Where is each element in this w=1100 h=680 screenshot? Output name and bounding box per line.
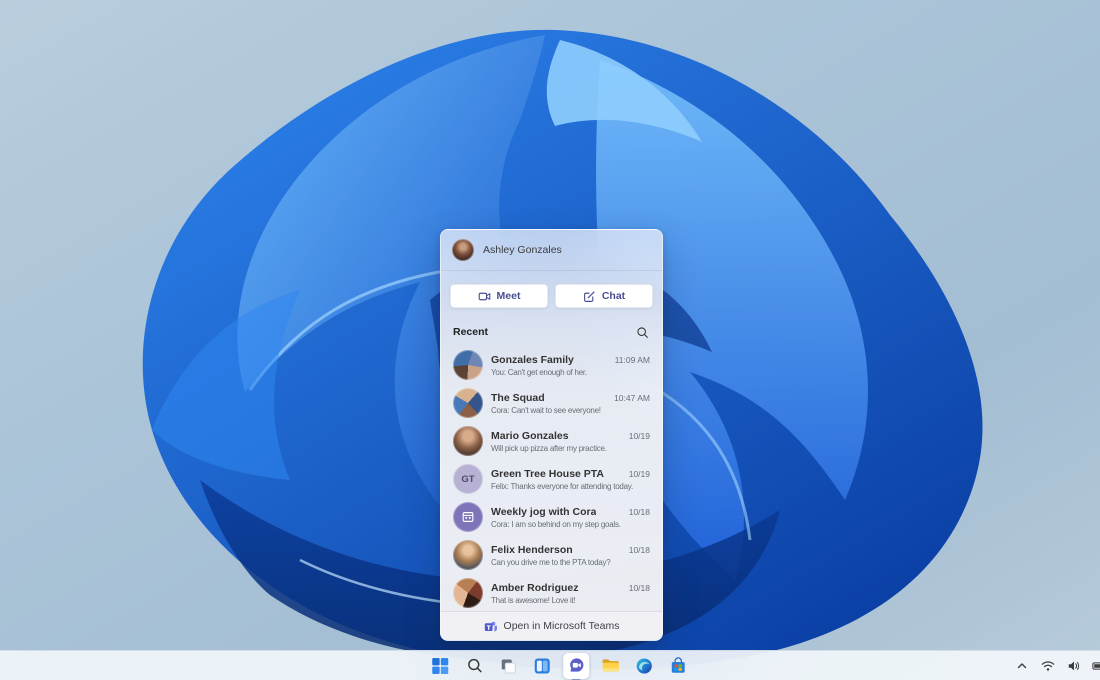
edge-button[interactable] [631, 653, 657, 679]
start-button[interactable] [427, 653, 453, 679]
speaker-icon [1068, 661, 1079, 670]
list-item[interactable]: Felix Henderson 10/18 Can you drive me t… [441, 536, 662, 574]
chat-name: Green Tree House PTA [491, 467, 605, 480]
meet-button-label: Meet [496, 290, 521, 302]
chat-timestamp: 10/19 [628, 468, 650, 479]
search-button[interactable] [461, 653, 487, 679]
action-buttons: Meet Chat [441, 271, 662, 318]
taskbar [0, 650, 1100, 680]
chat-button-label: Chat [601, 290, 626, 302]
taskbar-center-icons [427, 651, 691, 680]
chat-name: Felix Henderson [491, 543, 573, 556]
chat-name: Mario Gonzales [491, 429, 569, 442]
task-view-icon [501, 659, 516, 673]
wifi-icon [1041, 660, 1054, 671]
avatar-initials: GT [453, 464, 483, 494]
chat-timestamp: 10/18 [628, 544, 650, 555]
calendar-icon [462, 512, 474, 522]
chat-timestamp: 10/19 [628, 430, 650, 441]
avatar [453, 426, 483, 456]
recent-label: Recent [453, 326, 489, 338]
file-explorer-icon [602, 659, 619, 672]
wifi-status[interactable] [1039, 657, 1056, 674]
system-tray [1013, 651, 1100, 680]
chat-name: Gonzales Family [491, 353, 574, 366]
open-in-teams-label: Open in Microsoft Teams [503, 620, 620, 632]
avatar [453, 502, 483, 532]
user-name: Ashley Gonzales [483, 244, 562, 256]
chat-preview: Can you drive me to the PTA today? [491, 557, 611, 567]
task-view-button[interactable] [495, 653, 521, 679]
search-icon [467, 658, 482, 673]
avatar [453, 540, 483, 570]
chevron-up-icon [1017, 662, 1026, 668]
volume-status[interactable] [1065, 657, 1082, 674]
battery-status[interactable] [1091, 657, 1100, 674]
chat-timestamp: 11:09 AM [614, 354, 650, 365]
teams-chat-flyout: Ashley Gonzales Meet Chat Recent Gonzale… [440, 229, 663, 641]
teams-logo-icon [484, 621, 497, 631]
chat-preview: Felix: Thanks everyone for attending tod… [491, 481, 633, 491]
microsoft-store-icon [671, 656, 685, 673]
chat-preview: Cora: Can't wait to see everyone! [491, 405, 601, 415]
search-icon[interactable] [634, 324, 650, 340]
desktop: Ashley Gonzales Meet Chat Recent Gonzale… [0, 0, 1100, 680]
avatar [453, 350, 483, 380]
chat-name: Weekly jog with Cora [491, 505, 597, 518]
chat-timestamp: 10/18 [628, 582, 650, 593]
video-camera-icon [478, 292, 490, 300]
widgets-icon [534, 658, 550, 673]
chat-name: Amber Rodriguez [491, 581, 579, 594]
flyout-header: Ashley Gonzales [441, 230, 662, 271]
avatar [453, 578, 483, 608]
avatar [453, 388, 483, 418]
edge-browser-icon [636, 657, 652, 674]
chat-preview: Will pick up pizza after my practice. [491, 443, 607, 453]
list-item[interactable]: GT Green Tree House PTA 10/19 Felix: Tha… [441, 460, 662, 498]
battery-icon [1091, 661, 1100, 670]
list-item[interactable]: Gonzales Family 11:09 AM You: Can't get … [441, 346, 662, 384]
chat-preview: You: Can't get enough of her. [491, 367, 587, 377]
hidden-icons-chevron[interactable] [1013, 657, 1030, 674]
list-item[interactable]: The Squad 10:47 AM Cora: Can't wait to s… [441, 384, 662, 422]
user-avatar[interactable] [452, 239, 474, 261]
list-item[interactable]: Amber Rodriguez 10/18 That is awesome! L… [441, 574, 662, 612]
chat-preview: Cora: I am so behind on my step goals. [491, 519, 621, 529]
recent-header: Recent [441, 318, 662, 344]
chat-button[interactable]: Chat [555, 284, 653, 308]
recent-chat-list: Gonzales Family 11:09 AM You: Can't get … [441, 344, 662, 612]
chat-name: The Squad [491, 391, 545, 404]
store-button[interactable] [665, 653, 691, 679]
list-item[interactable]: Weekly jog with Cora 10/18 Cora: I am so… [441, 498, 662, 536]
compose-icon [583, 290, 595, 302]
widgets-button[interactable] [529, 653, 555, 679]
list-item[interactable]: Mario Gonzales 10/19 Will pick up pizza … [441, 422, 662, 460]
file-explorer-button[interactable] [597, 653, 623, 679]
open-in-teams-button[interactable]: Open in Microsoft Teams [441, 611, 662, 640]
taskbar-chat-button[interactable] [563, 652, 590, 679]
chat-timestamp: 10:47 AM [614, 392, 650, 403]
chat-preview: That is awesome! Love it! [491, 595, 576, 605]
chat-timestamp: 10/18 [628, 506, 650, 517]
meet-button[interactable]: Meet [450, 284, 548, 308]
windows-start-icon [432, 657, 449, 674]
teams-chat-icon [569, 658, 583, 672]
